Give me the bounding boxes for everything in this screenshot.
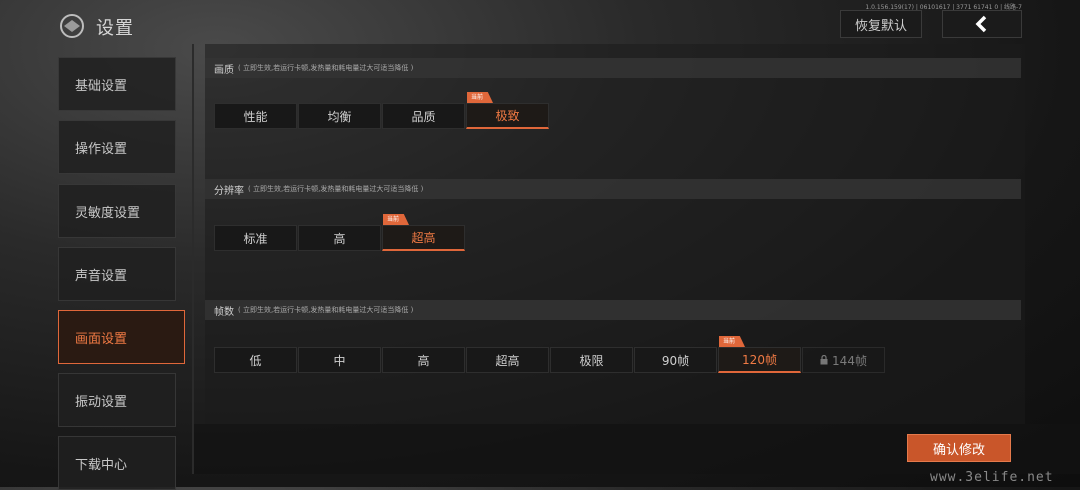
sidebar-item-label: 基础设置 <box>75 78 128 94</box>
section-title: 帧数 <box>214 306 234 318</box>
confirm-changes-button[interactable]: 确认修改 <box>907 434 1011 462</box>
resolution-options: 标准 高 当前 超高 <box>214 214 466 251</box>
lock-icon <box>820 355 828 365</box>
framerate-option[interactable]: 极限 <box>550 347 633 373</box>
sidebar-item-label: 振动设置 <box>75 394 128 410</box>
sidebar-item-label: 下载中心 <box>75 457 128 473</box>
framerate-option[interactable]: 超高 <box>466 347 549 373</box>
sidebar-item-controls[interactable]: 操作设置 <box>58 120 176 174</box>
quality-option[interactable]: 均衡 <box>298 103 381 129</box>
sidebar-divider <box>192 44 194 474</box>
framerate-option-selected[interactable]: 当前 120帧 <box>718 336 801 373</box>
sidebar-item-sensitivity[interactable]: 灵敏度设置 <box>58 184 176 238</box>
reset-default-button[interactable]: 恢复默认 <box>840 10 922 38</box>
option-label: 极致 <box>495 109 520 123</box>
framerate-option[interactable]: 90帧 <box>634 347 717 373</box>
sidebar-item-downloads[interactable]: 下载中心 <box>58 436 176 490</box>
option-label: 超高 <box>411 231 436 245</box>
game-logo-icon <box>60 14 84 38</box>
sidebar-item-label: 声音设置 <box>75 268 128 284</box>
framerate-option[interactable]: 中 <box>298 347 381 373</box>
option-label: 144帧 <box>832 353 867 368</box>
resolution-option-selected[interactable]: 当前 超高 <box>382 214 465 251</box>
sidebar-item-label: 灵敏度设置 <box>75 205 141 221</box>
sidebar-item-graphics[interactable]: 画面设置 <box>58 310 185 364</box>
section-note: ( 立即生效,若运行卡顿,发热量和耗电量过大可适当降低 ) <box>238 306 414 314</box>
quality-option-selected[interactable]: 当前 极致 <box>466 92 549 129</box>
quality-options: 性能 均衡 品质 当前 极致 <box>214 92 550 129</box>
quality-option[interactable]: 品质 <box>382 103 465 129</box>
section-title: 分辨率 <box>214 185 244 197</box>
sidebar-item-vibration[interactable]: 振动设置 <box>58 373 176 427</box>
chevron-left-icon <box>975 15 987 33</box>
back-button[interactable] <box>942 10 1022 38</box>
page-title: 设置 <box>96 18 134 39</box>
resolution-option[interactable]: 标准 <box>214 225 297 251</box>
framerate-section-header: 帧数 ( 立即生效,若运行卡顿,发热量和耗电量过大可适当降低 ) <box>205 300 1021 320</box>
framerate-option[interactable]: 低 <box>214 347 297 373</box>
resolution-section-header: 分辨率 ( 立即生效,若运行卡顿,发热量和耗电量过大可适当降低 ) <box>205 179 1021 199</box>
section-note: ( 立即生效,若运行卡顿,发热量和耗电量过大可适当降低 ) <box>238 64 414 72</box>
framerate-option[interactable]: 高 <box>382 347 465 373</box>
sidebar-item-sound[interactable]: 声音设置 <box>58 247 176 301</box>
section-note: ( 立即生效,若运行卡顿,发热量和耗电量过大可适当降低 ) <box>248 185 424 193</box>
sidebar-item-label: 画面设置 <box>75 331 128 347</box>
resolution-option[interactable]: 高 <box>298 225 381 251</box>
section-title: 画质 <box>214 64 234 76</box>
quality-option[interactable]: 性能 <box>214 103 297 129</box>
sidebar-item-label: 操作设置 <box>75 141 128 157</box>
top-bar: 设置 1.0.156.159(17) | 06101617 | 3771 617… <box>0 0 1080 50</box>
option-label: 120帧 <box>742 353 777 367</box>
quality-section-header: 画质 ( 立即生效,若运行卡顿,发热量和耗电量过大可适当降低 ) <box>205 58 1021 78</box>
watermark-text: www.3elife.net <box>930 470 1054 485</box>
sidebar-item-basic[interactable]: 基础设置 <box>58 57 176 111</box>
framerate-option-locked: 144帧 <box>802 347 885 373</box>
framerate-options: 低 中 高 超高 极限 90帧 当前 120帧 144帧 <box>214 336 886 373</box>
